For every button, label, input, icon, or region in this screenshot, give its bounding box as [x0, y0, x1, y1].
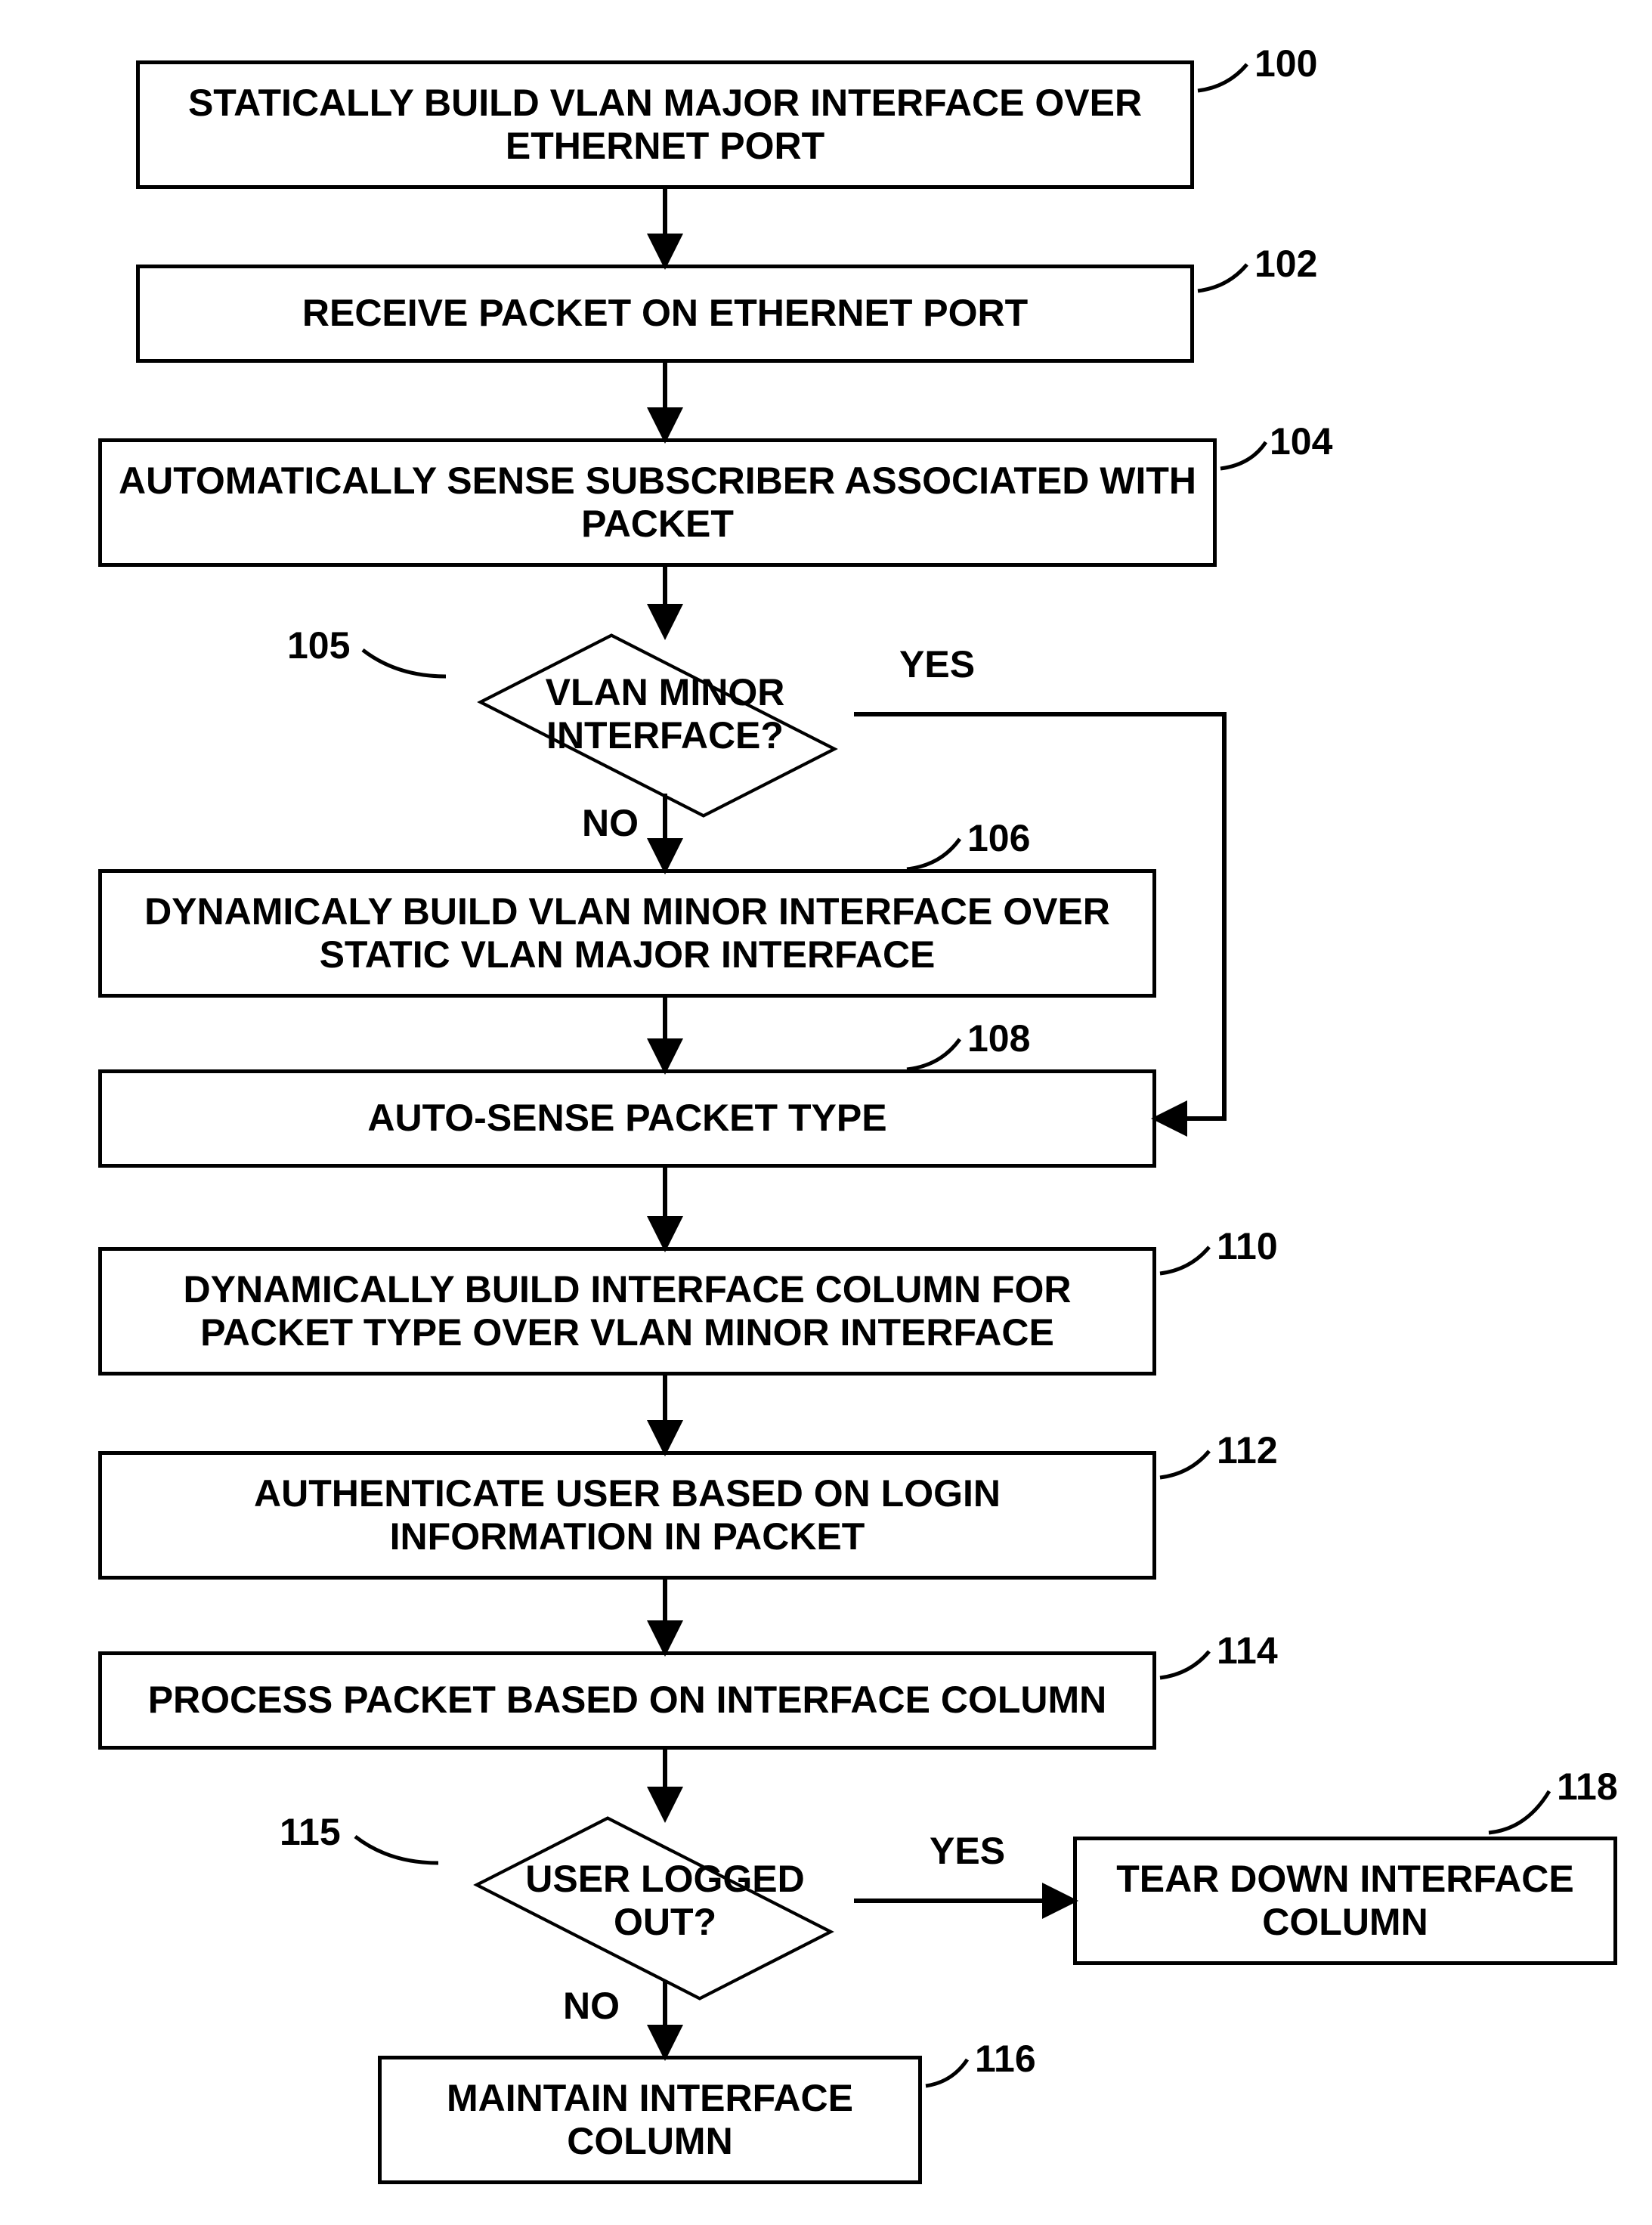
- label-no-105: NO: [582, 801, 639, 845]
- step-102-text: RECEIVE PACKET ON ETHERNET PORT: [302, 292, 1028, 336]
- ref-105: 105: [287, 624, 350, 667]
- step-110-text: DYNAMICALLY BUILD INTERFACE COLUMN FOR P…: [117, 1268, 1137, 1355]
- ref-118: 118: [1557, 1765, 1618, 1809]
- ref-110: 110: [1217, 1224, 1278, 1268]
- step-100-text: STATICALLY BUILD VLAN MAJOR INTERFACE OV…: [155, 82, 1175, 169]
- ref-112: 112: [1217, 1428, 1278, 1472]
- step-108-text: AUTO-SENSE PACKET TYPE: [367, 1097, 886, 1140]
- label-yes-115: YES: [930, 1829, 1005, 1873]
- step-112-text: AUTHENTICATE USER BASED ON LOGIN INFORMA…: [117, 1472, 1137, 1559]
- step-105-text-wrap: VLAN MINOR INTERFACE?: [514, 650, 816, 778]
- label-yes-105: YES: [899, 642, 975, 686]
- step-106-text: DYNAMICALY BUILD VLAN MINOR INTERFACE OV…: [117, 890, 1137, 977]
- step-106-box: DYNAMICALY BUILD VLAN MINOR INTERFACE OV…: [98, 869, 1156, 998]
- step-100-box: STATICALLY BUILD VLAN MAJOR INTERFACE OV…: [136, 60, 1194, 189]
- ref-114: 114: [1217, 1629, 1278, 1673]
- step-115-text: USER LOGGED OUT?: [514, 1858, 816, 1945]
- step-102-box: RECEIVE PACKET ON ETHERNET PORT: [136, 265, 1194, 363]
- ref-108: 108: [967, 1017, 1030, 1060]
- step-104-text: AUTOMATICALLY SENSE SUBSCRIBER ASSOCIATE…: [117, 460, 1198, 546]
- step-116-text: MAINTAIN INTERFACE COLUMN: [397, 2077, 903, 2164]
- step-104-box: AUTOMATICALLY SENSE SUBSCRIBER ASSOCIATE…: [98, 438, 1217, 567]
- step-114-text: PROCESS PACKET BASED ON INTERFACE COLUMN: [148, 1679, 1107, 1722]
- step-115-text-wrap: USER LOGGED OUT?: [514, 1837, 816, 1965]
- ref-102: 102: [1254, 242, 1317, 286]
- ref-100: 100: [1254, 42, 1317, 85]
- step-114-box: PROCESS PACKET BASED ON INTERFACE COLUMN: [98, 1651, 1156, 1750]
- ref-115: 115: [280, 1810, 341, 1854]
- step-116-box: MAINTAIN INTERFACE COLUMN: [378, 2056, 922, 2184]
- label-no-115: NO: [563, 1984, 620, 2028]
- step-112-box: AUTHENTICATE USER BASED ON LOGIN INFORMA…: [98, 1451, 1156, 1580]
- ref-116: 116: [975, 2037, 1036, 2081]
- step-108-box: AUTO-SENSE PACKET TYPE: [98, 1069, 1156, 1168]
- step-118-box: TEAR DOWN INTERFACE COLUMN: [1073, 1837, 1617, 1965]
- step-118-text: TEAR DOWN INTERFACE COLUMN: [1092, 1858, 1598, 1945]
- step-105-text: VLAN MINOR INTERFACE?: [514, 671, 816, 758]
- ref-104: 104: [1270, 419, 1332, 463]
- ref-106: 106: [967, 816, 1030, 860]
- step-110-box: DYNAMICALLY BUILD INTERFACE COLUMN FOR P…: [98, 1247, 1156, 1376]
- flowchart-canvas: STATICALLY BUILD VLAN MAJOR INTERFACE OV…: [0, 0, 1652, 2225]
